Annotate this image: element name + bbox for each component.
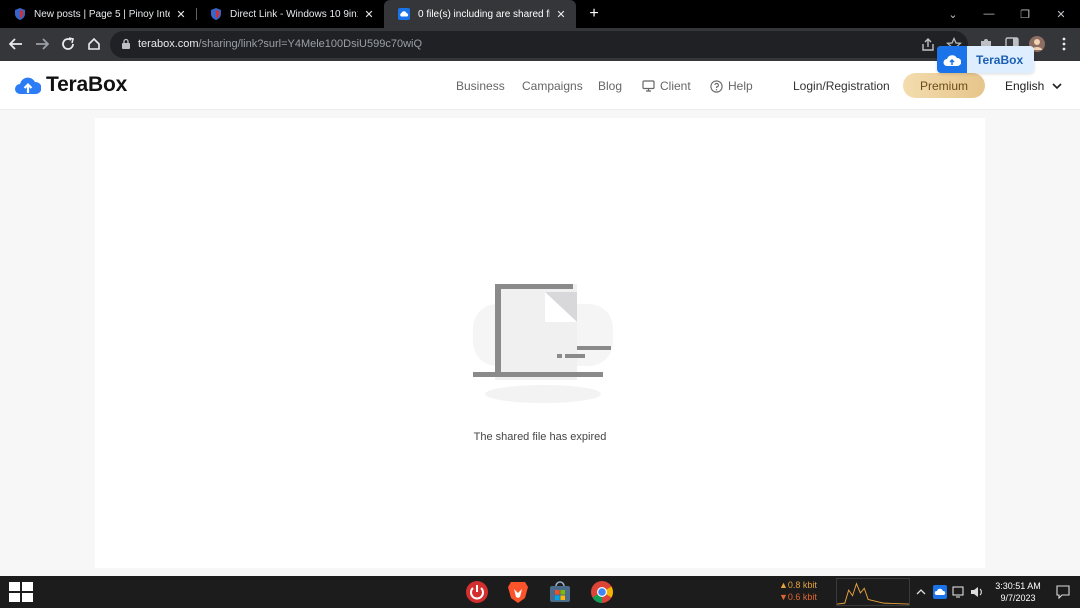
minimize-button[interactable]: — <box>971 0 1007 28</box>
nav-help[interactable]: Help <box>710 79 753 93</box>
nav-business[interactable]: Business <box>456 79 505 93</box>
browser-toolbar: terabox.com/sharing/link?surl=Y4Mele100D… <box>0 28 1080 61</box>
chrome-icon <box>591 581 613 603</box>
network-icon[interactable] <box>952 585 966 599</box>
terabox-cloud-icon <box>937 46 967 73</box>
url-host: terabox.com <box>138 38 199 50</box>
language-label: English <box>1005 79 1045 93</box>
help-circle-icon <box>710 79 723 93</box>
nav-campaigns[interactable]: Campaigns <box>522 79 583 93</box>
new-tab-button[interactable]: + <box>584 4 604 24</box>
home-icon <box>88 37 100 50</box>
power-app-button[interactable] <box>464 579 490 605</box>
notification-icon[interactable] <box>1056 585 1070 599</box>
pinoy-shield-icon <box>15 8 25 20</box>
site-header: TeraBox Business Campaigns Blog Client H… <box>0 61 1080 110</box>
pinoy-shield-icon <box>211 8 221 20</box>
nav-help-label: Help <box>728 79 753 93</box>
reload-icon <box>62 37 74 50</box>
clock-time: 3:30:51 AM <box>995 581 1041 591</box>
login-registration-link[interactable]: Login/Registration <box>793 79 890 93</box>
reload-button[interactable] <box>58 34 78 54</box>
clock-date: 9/7/2023 <box>1000 593 1036 603</box>
tab-search-chevron-icon[interactable]: ⌄ <box>935 0 971 28</box>
kebab-menu-icon[interactable] <box>1056 36 1072 52</box>
tab-pinoy-internet[interactable]: New posts | Page 5 | Pinoy Intern ✕ <box>0 0 196 28</box>
expired-message: The shared file has expired <box>473 431 607 443</box>
tab-label: New posts | Page 5 | Pinoy Intern <box>34 8 170 20</box>
logo-text: TeraBox <box>46 73 128 96</box>
monitor-icon <box>642 80 655 92</box>
terabox-cloud-icon <box>398 8 410 20</box>
brave-lion-icon <box>508 582 528 603</box>
tab-terabox-share[interactable]: 0 file(s) including are shared from ✕ <box>384 0 576 28</box>
network-graph <box>836 578 910 606</box>
windows-taskbar: ▲0.8 kbit ▼0.6 kbit 3:30:51 AM 9/7/2023 <box>0 576 1080 608</box>
close-icon[interactable]: ✕ <box>174 8 188 21</box>
content-card: The shared file has expired <box>95 118 985 568</box>
forward-button[interactable] <box>32 34 52 54</box>
power-icon <box>466 581 488 603</box>
chrome-taskbar-button[interactable] <box>589 579 615 605</box>
brave-browser-button[interactable] <box>505 579 531 605</box>
address-bar[interactable]: terabox.com/sharing/link?surl=Y4Mele100D… <box>110 31 968 58</box>
language-selector[interactable]: English <box>1005 79 1062 93</box>
home-button[interactable] <box>84 34 104 54</box>
tab-direct-link[interactable]: Direct Link - Windows 10 9in1 22H ✕ <box>196 0 384 28</box>
tab-label: 0 file(s) including are shared from <box>418 8 550 20</box>
browser-tab-strip: New posts | Page 5 | Pinoy Intern ✕ Dire… <box>0 0 1080 28</box>
terabox-logo-icon <box>15 77 41 94</box>
close-icon[interactable]: ✕ <box>554 8 568 21</box>
back-button[interactable] <box>6 34 26 54</box>
url-text: terabox.com/sharing/link?surl=Y4Mele100D… <box>138 38 422 50</box>
arrow-left-icon <box>9 38 22 50</box>
net-download: ▼0.6 kbit <box>779 592 817 602</box>
net-upload: ▲0.8 kbit <box>779 580 817 590</box>
nav-blog[interactable]: Blog <box>598 79 622 93</box>
close-window-button[interactable]: ✕ <box>1043 0 1079 28</box>
lock-icon <box>122 38 130 49</box>
tab-label: Direct Link - Windows 10 9in1 22H <box>230 8 358 20</box>
network-speed: ▲0.8 kbit ▼0.6 kbit <box>779 579 817 603</box>
system-clock[interactable]: 3:30:51 AM 9/7/2023 <box>989 580 1047 604</box>
url-path: /sharing/link?surl=Y4Mele100DsiU599c70wi… <box>198 38 423 50</box>
premium-button[interactable]: Premium <box>903 73 985 98</box>
share-icon[interactable] <box>920 37 936 53</box>
nav-client[interactable]: Client <box>642 79 691 93</box>
restore-button[interactable]: ❐ <box>1007 0 1043 28</box>
terabox-tray-icon[interactable] <box>933 585 947 599</box>
chip-label: TeraBox <box>976 52 1024 67</box>
terabox-logo[interactable]: TeraBox <box>15 73 127 97</box>
arrow-right-icon <box>36 38 49 50</box>
microsoft-store-button[interactable] <box>547 579 573 605</box>
nav-client-label: Client <box>660 79 691 93</box>
chevron-down-icon <box>1052 82 1062 89</box>
store-bag-icon <box>550 581 570 602</box>
windows-start-icon[interactable] <box>8 580 34 604</box>
close-icon[interactable]: ✕ <box>362 8 376 21</box>
volume-icon[interactable] <box>970 585 984 599</box>
expired-file-illustration <box>473 284 613 403</box>
terabox-extension-chip[interactable]: TeraBox <box>937 46 1034 73</box>
chevron-up-icon[interactable] <box>914 585 928 599</box>
